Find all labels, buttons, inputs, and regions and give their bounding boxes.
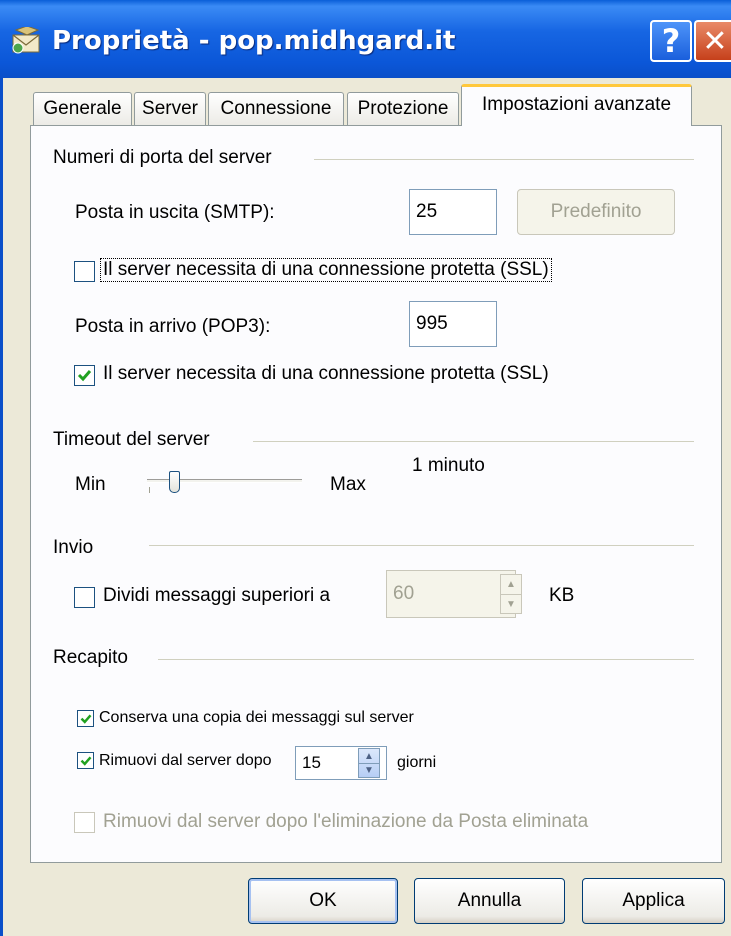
tab-label: Server: [142, 98, 198, 119]
split-size-spinner[interactable]: ▲ ▼: [500, 574, 522, 614]
title-bar[interactable]: Proprietà - pop.midhgard.it ? ✕: [0, 0, 731, 78]
tab-protezione[interactable]: Protezione: [347, 92, 459, 125]
keep-copy-checkbox[interactable]: [77, 710, 94, 727]
remove-deleted-checkbox[interactable]: [74, 812, 95, 833]
pop3-ssl-checkbox[interactable]: [74, 365, 95, 386]
checkmark-icon: [77, 370, 92, 382]
cancel-button-label: Annulla: [457, 890, 522, 911]
group-divider: [158, 659, 694, 660]
timeout-min-label: Min: [75, 474, 106, 495]
tab-impostazioni-avanzate[interactable]: Impostazioni avanzate: [461, 84, 692, 126]
apply-button-label: Applica: [622, 890, 685, 911]
split-messages-label: Dividi messaggi superiori a: [103, 585, 331, 606]
group-divider: [314, 159, 694, 160]
checkmark-icon: [80, 755, 91, 766]
cancel-button[interactable]: Annulla: [414, 878, 565, 924]
tab-panel: Numeri di porta del server Posta in usci…: [30, 125, 722, 863]
tab-label: Protezione: [357, 98, 449, 119]
tab-generale[interactable]: Generale: [33, 92, 132, 125]
tab-label: Connessione: [220, 98, 332, 119]
keep-copy-label: Conserva una copia dei messaggi sul serv…: [99, 709, 414, 726]
split-size-input[interactable]: [386, 570, 516, 618]
default-button-label: Predefinito: [550, 201, 642, 222]
group-title-ports: Numeri di porta del server: [53, 147, 272, 168]
checkmark-icon: [80, 713, 91, 724]
close-icon: ✕: [702, 23, 728, 59]
remove-after-days-spinner[interactable]: ▲ ▼: [358, 748, 380, 778]
spin-up-icon[interactable]: ▲: [501, 575, 521, 594]
slider-tick: [149, 487, 150, 493]
split-messages-checkbox[interactable]: [74, 587, 95, 608]
remove-after-label: Rimuovi dal server dopo: [99, 752, 272, 769]
timeout-value: 1 minuto: [412, 455, 485, 476]
split-size-unit: KB: [549, 585, 575, 606]
pop3-port-label: Posta in arrivo (POP3):: [75, 316, 271, 337]
pop3-ssl-label: Il server necessita di una connessione p…: [103, 363, 549, 384]
smtp-port-label: Posta in uscita (SMTP):: [75, 202, 275, 223]
spin-down-icon[interactable]: ▼: [501, 594, 521, 613]
ok-button-label: OK: [309, 890, 337, 911]
tab-server[interactable]: Server: [134, 92, 206, 125]
window-title: Proprietà - pop.midhgard.it: [52, 26, 456, 56]
close-button[interactable]: ✕: [694, 20, 731, 62]
group-title-delivery: Recapito: [53, 647, 128, 668]
mail-account-icon: [10, 25, 44, 55]
group-divider: [253, 441, 694, 442]
spin-down-icon[interactable]: ▼: [359, 763, 379, 777]
ok-button[interactable]: OK: [248, 878, 398, 924]
tab-connessione[interactable]: Connessione: [208, 92, 344, 125]
smtp-ssl-label: Il server necessita di una connessione p…: [100, 258, 552, 282]
group-title-sending: Invio: [53, 537, 94, 558]
help-icon: ?: [661, 22, 681, 60]
remove-deleted-label: Rimuovi dal server dopo l'eliminazione d…: [103, 811, 589, 832]
apply-button[interactable]: Applica: [582, 878, 725, 924]
group-title-timeout: Timeout del server: [53, 429, 210, 450]
spin-up-icon[interactable]: ▲: [359, 749, 379, 763]
tab-label: Generale: [43, 98, 122, 119]
default-button[interactable]: Predefinito: [517, 189, 675, 235]
smtp-ssl-checkbox[interactable]: [74, 261, 95, 282]
remove-after-unit: giorni: [397, 754, 437, 771]
timeout-slider-thumb[interactable]: [168, 471, 180, 493]
tab-label: Impostazioni avanzate: [481, 93, 672, 115]
group-divider: [149, 545, 694, 546]
help-button[interactable]: ?: [650, 20, 692, 62]
pop3-port-input[interactable]: [409, 301, 497, 347]
remove-after-checkbox[interactable]: [77, 752, 94, 769]
smtp-port-input[interactable]: [409, 189, 497, 235]
timeout-max-label: Max: [330, 474, 366, 495]
